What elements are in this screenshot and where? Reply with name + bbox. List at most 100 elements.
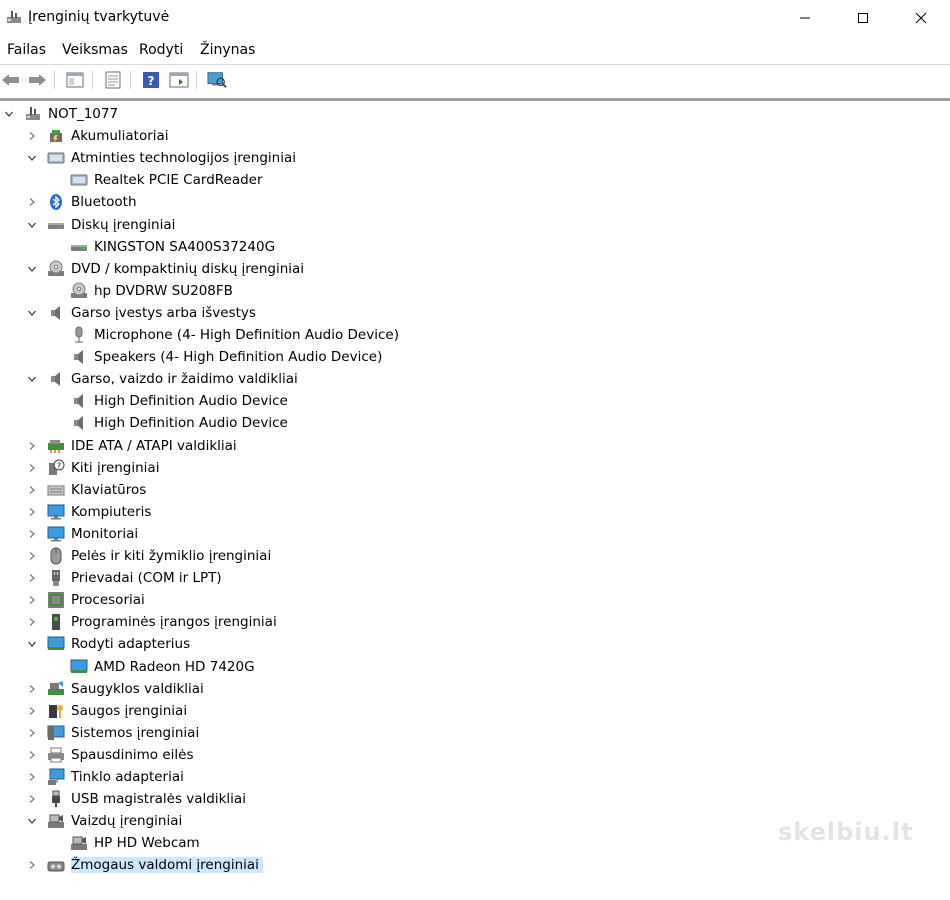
tree-device[interactable]: High Definition Audio Device: [48, 412, 288, 434]
tree-root-computer[interactable]: NOT_1077: [2, 103, 118, 125]
tree-category[interactable]: Pelės ir kiti žymiklio įrenginiai: [25, 545, 271, 567]
dvd-icon: [70, 282, 88, 300]
tree-category[interactable]: Kompiuteris: [25, 501, 151, 523]
tree-category[interactable]: Saugyklos valdikliai: [25, 678, 204, 700]
network-adapter-icon: [47, 768, 65, 786]
tree-device[interactable]: Microphone (4- High Definition Audio Dev…: [48, 324, 399, 346]
tree-category[interactable]: Garso įvestys arba išvestys: [25, 302, 256, 324]
expand-arrow-icon[interactable]: [25, 501, 39, 523]
collapse-arrow-icon[interactable]: [25, 258, 39, 280]
tree-item-label: DVD / kompaktinių diskų įrenginiai: [71, 260, 305, 277]
expand-arrow-icon[interactable]: [25, 854, 39, 876]
expand-arrow-icon[interactable]: [25, 722, 39, 744]
menu-action[interactable]: Veiksmas: [62, 42, 128, 58]
tree-device[interactable]: KINGSTON SA400S37240G: [48, 236, 275, 258]
tree-item-label: NOT_1077: [48, 106, 119, 122]
speaker-icon: [70, 414, 88, 432]
collapse-arrow-icon[interactable]: [25, 633, 39, 655]
tree-category[interactable]: Rodyti adapterius: [25, 633, 190, 655]
tree-device[interactable]: Speakers (4- High Definition Audio Devic…: [48, 346, 382, 368]
tree-category[interactable]: ? Kiti įrenginiai: [25, 457, 159, 479]
expand-arrow-icon[interactable]: [25, 435, 39, 457]
maximize-button[interactable]: [834, 0, 892, 36]
tree-category[interactable]: Prievadai (COM ir LPT): [25, 567, 222, 589]
action-pane-button[interactable]: [169, 70, 189, 90]
expand-arrow-icon[interactable]: [25, 700, 39, 722]
collapse-arrow-icon[interactable]: [25, 810, 39, 832]
tree-category[interactable]: USB magistralės valdikliai: [25, 788, 246, 810]
tree-category[interactable]: IDE ATA / ATAPI valdikliai: [25, 435, 237, 457]
tree-item-label: Garso, vaizdo ir žaidimo valdikliai: [71, 371, 298, 388]
menu-view[interactable]: Rodyti: [139, 42, 183, 58]
tree-category[interactable]: Programinės įrangos įrenginiai: [25, 611, 277, 633]
tree-category[interactable]: Vaizdų įrenginiai: [25, 810, 182, 832]
scan-hardware-changes-button[interactable]: [207, 70, 227, 90]
tree-category[interactable]: Klaviatūros: [25, 479, 146, 501]
help-button[interactable]: ?: [141, 70, 161, 90]
tree-category[interactable]: Bluetooth: [25, 191, 137, 213]
tree-item-label: Saugos įrenginiai: [71, 702, 188, 719]
menu-help[interactable]: Žinynas: [200, 42, 255, 58]
tree-item-label: AMD Radeon HD 7420G: [94, 658, 255, 675]
camera-icon: [70, 834, 88, 852]
tree-category[interactable]: Monitoriai: [25, 523, 138, 545]
printer-icon: [47, 746, 65, 764]
tree-category[interactable]: Atminties technologijos įrenginiai: [25, 147, 296, 169]
expand-arrow-icon[interactable]: [25, 545, 39, 567]
collapse-arrow-icon[interactable]: [2, 103, 16, 125]
tree-category[interactable]: Tinklo adapteriai: [25, 766, 184, 788]
minimize-button[interactable]: [776, 0, 834, 36]
tree-item-label: Pelės ir kiti žymiklio įrenginiai: [71, 548, 272, 564]
expand-arrow-icon[interactable]: [25, 766, 39, 788]
tree-category[interactable]: Garso, vaizdo ir žaidimo valdikliai: [25, 368, 298, 390]
expand-arrow-icon[interactable]: [25, 191, 39, 213]
forward-button[interactable]: [27, 70, 47, 90]
back-button[interactable]: [1, 70, 21, 90]
menu-file[interactable]: Failas: [7, 42, 46, 58]
expand-arrow-icon[interactable]: [25, 788, 39, 810]
show-hide-console-tree-button[interactable]: [65, 70, 85, 90]
tree-device[interactable]: hp DVDRW SU208FB: [48, 280, 233, 302]
collapse-arrow-icon[interactable]: [25, 214, 39, 236]
expand-arrow-icon[interactable]: [25, 611, 39, 633]
expand-arrow-icon[interactable]: [25, 678, 39, 700]
watermark: skelbiu.lt: [778, 818, 914, 846]
properties-button[interactable]: [103, 70, 123, 90]
expand-arrow-icon[interactable]: [25, 744, 39, 766]
tree-category[interactable]: Procesoriai: [25, 589, 145, 611]
collapse-arrow-icon[interactable]: [25, 147, 39, 169]
hid-icon: [47, 856, 65, 874]
tree-item-label: Spausdinimo eilės: [71, 746, 194, 763]
computer-root-icon: [24, 105, 42, 123]
tree-device[interactable]: Realtek PCIE CardReader: [48, 169, 263, 191]
expand-arrow-icon[interactable]: [25, 589, 39, 611]
tree-category[interactable]: Žmogaus valdomi įrenginiai: [25, 854, 263, 876]
tree-category[interactable]: Diskų įrenginiai: [25, 214, 175, 236]
tree-device[interactable]: AMD Radeon HD 7420G: [48, 656, 255, 678]
collapse-arrow-icon[interactable]: [25, 368, 39, 390]
svg-text:?: ?: [57, 461, 61, 470]
expand-arrow-icon[interactable]: [25, 479, 39, 501]
tree-category[interactable]: Akumuliatoriai: [25, 125, 169, 147]
expand-arrow-icon[interactable]: [25, 125, 39, 147]
tree-category[interactable]: Saugos įrenginiai: [25, 700, 187, 722]
tree-category[interactable]: DVD / kompaktinių diskų įrenginiai: [25, 258, 304, 280]
tree-item-label: Garso įvestys arba išvestys: [71, 304, 256, 321]
collapse-arrow-icon[interactable]: [25, 302, 39, 324]
tree-item-label: hp DVDRW SU208FB: [94, 282, 233, 299]
tree-device[interactable]: High Definition Audio Device: [48, 390, 288, 412]
tree-category[interactable]: Spausdinimo eilės: [25, 744, 193, 766]
unknown-device-icon: ?: [47, 459, 65, 477]
bluetooth-icon: [47, 193, 65, 211]
close-button[interactable]: [892, 0, 950, 36]
tree-item-label: Klaviatūros: [71, 481, 147, 498]
expand-arrow-icon[interactable]: [25, 523, 39, 545]
expand-arrow-icon[interactable]: [25, 457, 39, 479]
expand-arrow-icon[interactable]: [25, 567, 39, 589]
mouse-icon: [47, 547, 65, 565]
tree-device[interactable]: HP HD Webcam: [48, 832, 200, 854]
tree-category[interactable]: Sistemos įrenginiai: [25, 722, 199, 744]
battery-icon: [47, 127, 65, 145]
